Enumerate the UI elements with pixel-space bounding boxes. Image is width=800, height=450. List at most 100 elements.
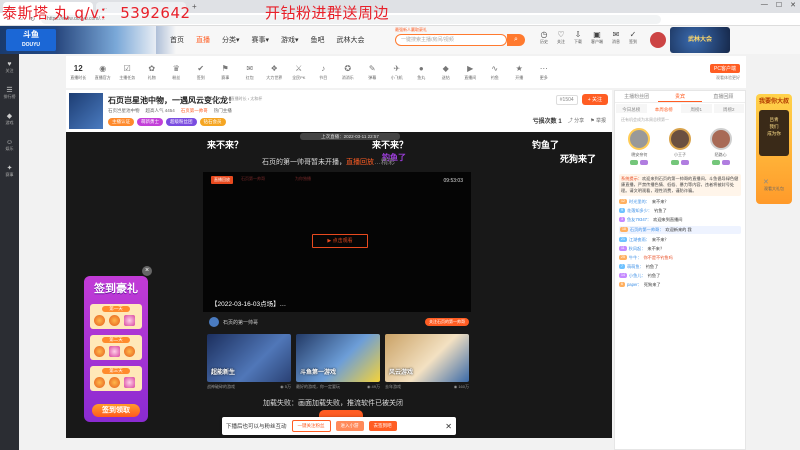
toolbar-item[interactable]: ✪ 消消乐 [336,64,361,81]
recommend-thumbnail[interactable]: 风云游戏 [385,334,469,382]
report-button[interactable]: ⚑ 举报 [590,117,606,124]
share-button[interactable]: ⤴ 分享 [568,117,584,124]
toolbar-item-label: 弹幕 [368,74,377,80]
toolbar-item[interactable]: ♪ 节目 [311,64,336,81]
search-input[interactable]: 一键搜索主播/房间/视频 [395,34,507,46]
top-contributor[interactable]: 小王子 [668,128,691,170]
avatar[interactable] [709,128,732,150]
nav-item[interactable]: 赛事▾ [252,35,270,45]
header-game-banner[interactable] [56,26,156,54]
header-icon-2[interactable]: ⇩ 下载 [574,30,582,45]
close-icon[interactable]: ✕ [763,178,769,186]
room-subinfo-item[interactable]: 石页岂星池中物 [108,108,140,114]
toolbar-item[interactable]: ✈ 小飞机 [385,64,410,81]
nav-item[interactable]: 武林大会 [337,35,365,45]
chat-username[interactable]: 秋风起： [629,246,646,252]
tab-period[interactable]: 周榜1 [681,104,712,113]
toolbar-item[interactable]: ∿ 钓鱼 [483,64,508,81]
chat-username[interactable]: 萌萌鱼： [627,264,644,270]
nav-item[interactable]: 分类▾ [222,35,240,45]
nav-item[interactable]: 直播 [196,35,210,45]
top-contributor[interactable]: 晚安奈何 [628,128,651,170]
chat-username[interactable]: 小鱼儿： [629,273,646,279]
room-tag[interactable]: 主播认证 [108,118,134,126]
pc-client-button[interactable]: PC客户端 [710,63,740,73]
avatar[interactable] [668,128,691,150]
go-signin-button[interactable]: 去签到吧 [368,421,397,431]
maximize-icon[interactable]: ☐ [776,1,782,9]
toolbar-item[interactable]: ✿ 礼物 [140,64,165,81]
sidebar-item[interactable]: ✦ 赛事 [0,158,19,184]
replay-video[interactable]: 直播回放 石页第一帅哥 为你独播 09:53:03 ▶ 点击观看 【2022-0… [203,172,471,312]
toolbar-item[interactable]: ▶ 直播间 [458,64,483,81]
close-icon[interactable]: ✕ [790,1,796,9]
header-icon-1[interactable]: ♡ 关注 [557,30,565,45]
search-icon[interactable]: ⌕ [507,34,525,46]
close-icon[interactable]: × [142,266,152,276]
floating-ad-footer[interactable]: 观看大礼包 [754,186,794,204]
recommend-follow-button[interactable]: 关注石页的第一帅哥 [425,318,469,326]
sidebar-item[interactable]: ♥ 关注 [0,54,19,80]
toolbar-item[interactable]: ✉ 红包 [238,64,263,81]
close-icon[interactable]: ✕ [445,422,452,431]
sidebar-item[interactable]: ◆ 游戏 [0,106,19,132]
nav-item[interactable]: 首页 [170,35,184,45]
follow-fans-button[interactable]: 一键关注粉丝 [291,420,331,432]
recommend-card[interactable]: 超能新生 战神破碎的游戏 ◉ 5万 [207,334,291,390]
chat-username[interactable]: 牛牛： [629,255,642,261]
avatar[interactable] [209,317,219,327]
top-contributor[interactable]: 陌路心 [709,128,732,170]
toolbar-item[interactable]: ★ 开播 [507,64,532,81]
recommend-card[interactable]: 斗鱼第一游戏 最好的游戏，你一定要玩 ◉ 49万 [296,334,380,390]
recommend-card[interactable]: 风云游戏 去年游戏 ◉ 160万 [385,334,469,390]
enter-game-button[interactable]: 进入小游 [335,421,364,431]
toolbar-item[interactable]: ✔ 签到 [189,64,214,81]
toolbar-item[interactable]: ☑ 主播任务 [115,64,140,81]
avatar[interactable] [628,128,651,150]
tab-period[interactable]: 今日总榜 [616,104,647,113]
room-tag[interactable]: 超级粉丝团 [166,118,197,126]
replay-link[interactable]: 直播回放 [346,159,374,166]
header-icon-0[interactable]: ◷ 历史 [540,30,548,45]
play-replay-button[interactable]: ▶ 点击观看 [312,234,368,248]
new-tab-icon[interactable]: + [192,2,197,11]
chat-username[interactable]: paper： [627,282,642,288]
header-icon-4[interactable]: ✉ 消息 [612,30,620,45]
chat-username[interactable]: 石页的第一帅哥： [630,227,664,233]
toolbar-item[interactable]: ● 鱼丸 [409,64,434,81]
avatar[interactable] [650,32,666,48]
chat-username[interactable]: 鱼友79347： [627,217,651,223]
recommend-thumbnail[interactable]: 斗鱼第一游戏 [296,334,380,382]
toolbar-item[interactable]: ⚑ 赛事 [213,64,238,81]
room-tag[interactable]: 萌新勇士 [137,118,163,126]
chat-username[interactable]: 时光里的： [629,199,650,205]
toolbar-item[interactable]: ⚔ 全民PK [287,64,312,81]
toolbar-item[interactable]: ♛ 粉丝 [164,64,189,81]
header-icon-3[interactable]: ▣ 客户端 [591,30,603,45]
streamer-avatar[interactable] [69,93,103,129]
toolbar-item[interactable]: ❖ 大力世界 [262,64,287,81]
toolbar-item[interactable]: ✎ 弹幕 [360,64,385,81]
tab-rank[interactable]: 主播粉丝团 [615,91,658,102]
toolbar-item[interactable]: ◉ 直播官方 [91,64,116,81]
tab-period[interactable]: 周榜2 [713,104,744,113]
nav-item[interactable]: 鱼吧 [311,35,325,45]
tab-rank[interactable]: 贵宾 [658,91,702,102]
header-right-banner[interactable]: 武林大会 [670,27,730,53]
room-tag[interactable]: 钻石会员 [199,118,226,126]
header-icon-5[interactable]: ✓ 签到 [629,30,637,45]
sidebar-item[interactable]: ☰ 排行榜 [0,80,19,106]
minimize-icon[interactable]: — [761,1,768,9]
recommend-thumbnail[interactable]: 超能新生 [207,334,291,382]
toolbar-item[interactable]: ⋯ 更多 [532,64,557,81]
nav-item[interactable]: 游戏▾ [281,35,299,45]
tab-period[interactable]: 本周总榜 [648,104,679,113]
toolbar-item[interactable]: ◆ 送钻 [434,64,459,81]
tab-rank[interactable]: 直播回顾 [702,91,745,102]
follow-button[interactable]: + 关注 [581,94,608,105]
sidebar-item[interactable]: ☺ 娱乐 [0,132,19,158]
signin-button[interactable]: 签到领取 [92,404,140,417]
chat-username[interactable]: 江湖夜雨： [629,237,650,243]
site-logo[interactable]: 斗鱼 DOUYU [6,29,56,51]
chat-username[interactable]: 花落知多少： [627,208,652,214]
